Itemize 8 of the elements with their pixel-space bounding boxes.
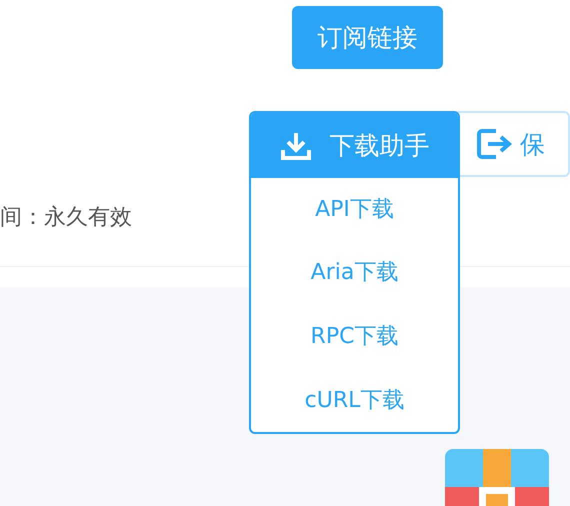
menu-item[interactable]: RPC下载 (251, 304, 458, 368)
exit-icon (476, 127, 514, 161)
subscribe-button[interactable]: 订阅链接 (292, 6, 443, 69)
menu-item[interactable]: API下载 (251, 178, 458, 240)
menu-item[interactable]: Aria下载 (251, 240, 458, 304)
download-button[interactable]: 下载助手 (251, 113, 458, 178)
menu-item[interactable]: cURL下载 (251, 368, 458, 432)
validity-text: 间：永久有效 (0, 204, 132, 232)
